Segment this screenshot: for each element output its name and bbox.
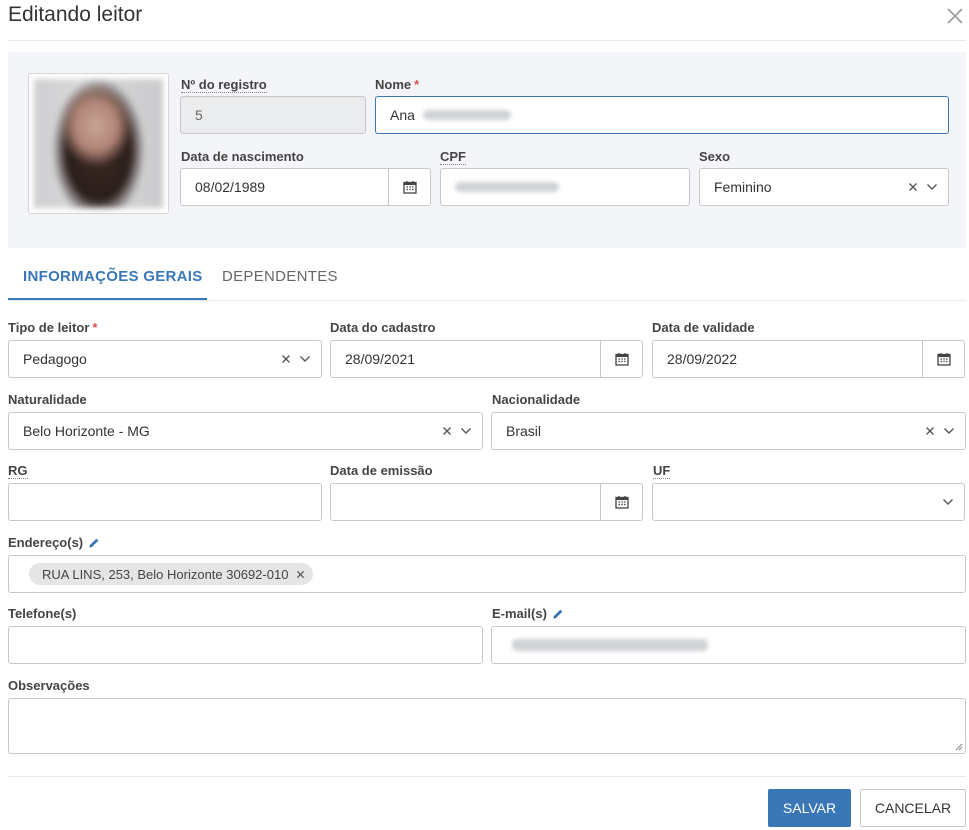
calendar-icon[interactable] [388, 169, 430, 205]
uf-label: UF [653, 463, 671, 479]
clear-icon[interactable] [442, 426, 452, 436]
data-cadastro-input[interactable]: 28/09/2021 [330, 340, 643, 378]
tab-informacoes-gerais[interactable]: INFORMAÇÕES GERAIS [23, 268, 203, 285]
chip-remove-icon[interactable] [296, 570, 305, 579]
reader-photo[interactable] [28, 73, 169, 214]
data-emissao-label: Data de emissão [330, 463, 433, 478]
chevron-down-icon[interactable] [460, 427, 472, 435]
cancel-button[interactable]: CANCELAR [860, 789, 966, 827]
data-cadastro-label: Data do cadastro [330, 320, 436, 335]
chevron-down-icon[interactable] [299, 355, 311, 363]
endereco-chip[interactable]: RUA LINS, 253, Belo Horizonte 30692-010 [29, 563, 314, 585]
data-emissao-input[interactable] [330, 483, 643, 521]
cpf-label: CPF [440, 149, 466, 165]
nome-label: Nome * [375, 77, 420, 92]
nome-input[interactable]: Ana [375, 96, 949, 134]
active-tab-indicator [8, 298, 207, 300]
tipo-leitor-label: Tipo de leitor * [8, 320, 98, 335]
telefones-label: Telefone(s) [8, 606, 77, 621]
observacoes-label: Observações [8, 678, 90, 693]
resize-grip-icon[interactable] [953, 741, 963, 751]
naturalidade-label: Naturalidade [8, 392, 87, 407]
enderecos-label: Endereço(s) [8, 535, 100, 550]
clear-icon[interactable] [925, 426, 935, 436]
calendar-icon[interactable] [600, 341, 642, 377]
chevron-down-icon[interactable] [926, 183, 938, 191]
pencil-icon[interactable] [88, 537, 100, 549]
uf-select[interactable] [652, 483, 965, 521]
clear-icon[interactable] [281, 354, 291, 364]
tab-dependentes[interactable]: DEPENDENTES [222, 268, 338, 285]
observacoes-textarea[interactable] [8, 698, 966, 754]
title-divider [8, 40, 966, 41]
sexo-label: Sexo [699, 149, 731, 164]
registro-label: Nº do registro [181, 77, 267, 93]
chevron-down-icon[interactable] [943, 427, 955, 435]
footer-divider [8, 776, 966, 777]
redacted-text [455, 182, 559, 192]
calendar-icon[interactable] [600, 484, 642, 520]
pencil-icon[interactable] [552, 608, 564, 620]
nacionalidade-label: Nacionalidade [492, 392, 581, 407]
nascimento-label: Data de nascimento [181, 149, 304, 164]
nascimento-date-input[interactable]: 08/02/1989 [180, 168, 431, 206]
data-validade-label: Data de validade [652, 320, 755, 335]
cpf-input[interactable] [440, 168, 690, 206]
redacted-text [512, 639, 708, 651]
tipo-leitor-select[interactable]: Pedagogo [8, 340, 322, 378]
naturalidade-select[interactable]: Belo Horizonte - MG [8, 412, 483, 450]
rg-input[interactable] [8, 483, 322, 521]
data-validade-input[interactable]: 28/09/2022 [652, 340, 965, 378]
emails-field[interactable] [491, 626, 966, 664]
sexo-select[interactable]: Feminino [699, 168, 949, 206]
rg-label: RG [8, 463, 28, 479]
redacted-text [422, 110, 511, 120]
tabs-divider [8, 300, 966, 301]
registro-field: 5 [180, 96, 366, 134]
enderecos-field[interactable]: RUA LINS, 253, Belo Horizonte 30692-010 [8, 555, 966, 593]
telefones-field[interactable] [8, 626, 483, 664]
chevron-down-icon[interactable] [942, 498, 954, 506]
save-button[interactable]: SALVAR [768, 789, 851, 827]
close-icon[interactable] [944, 5, 966, 27]
dialog-title: Editando leitor [8, 3, 143, 26]
clear-icon[interactable] [908, 182, 918, 192]
emails-label: E-mail(s) [492, 606, 564, 621]
calendar-icon[interactable] [922, 341, 964, 377]
nacionalidade-select[interactable]: Brasil [491, 412, 966, 450]
